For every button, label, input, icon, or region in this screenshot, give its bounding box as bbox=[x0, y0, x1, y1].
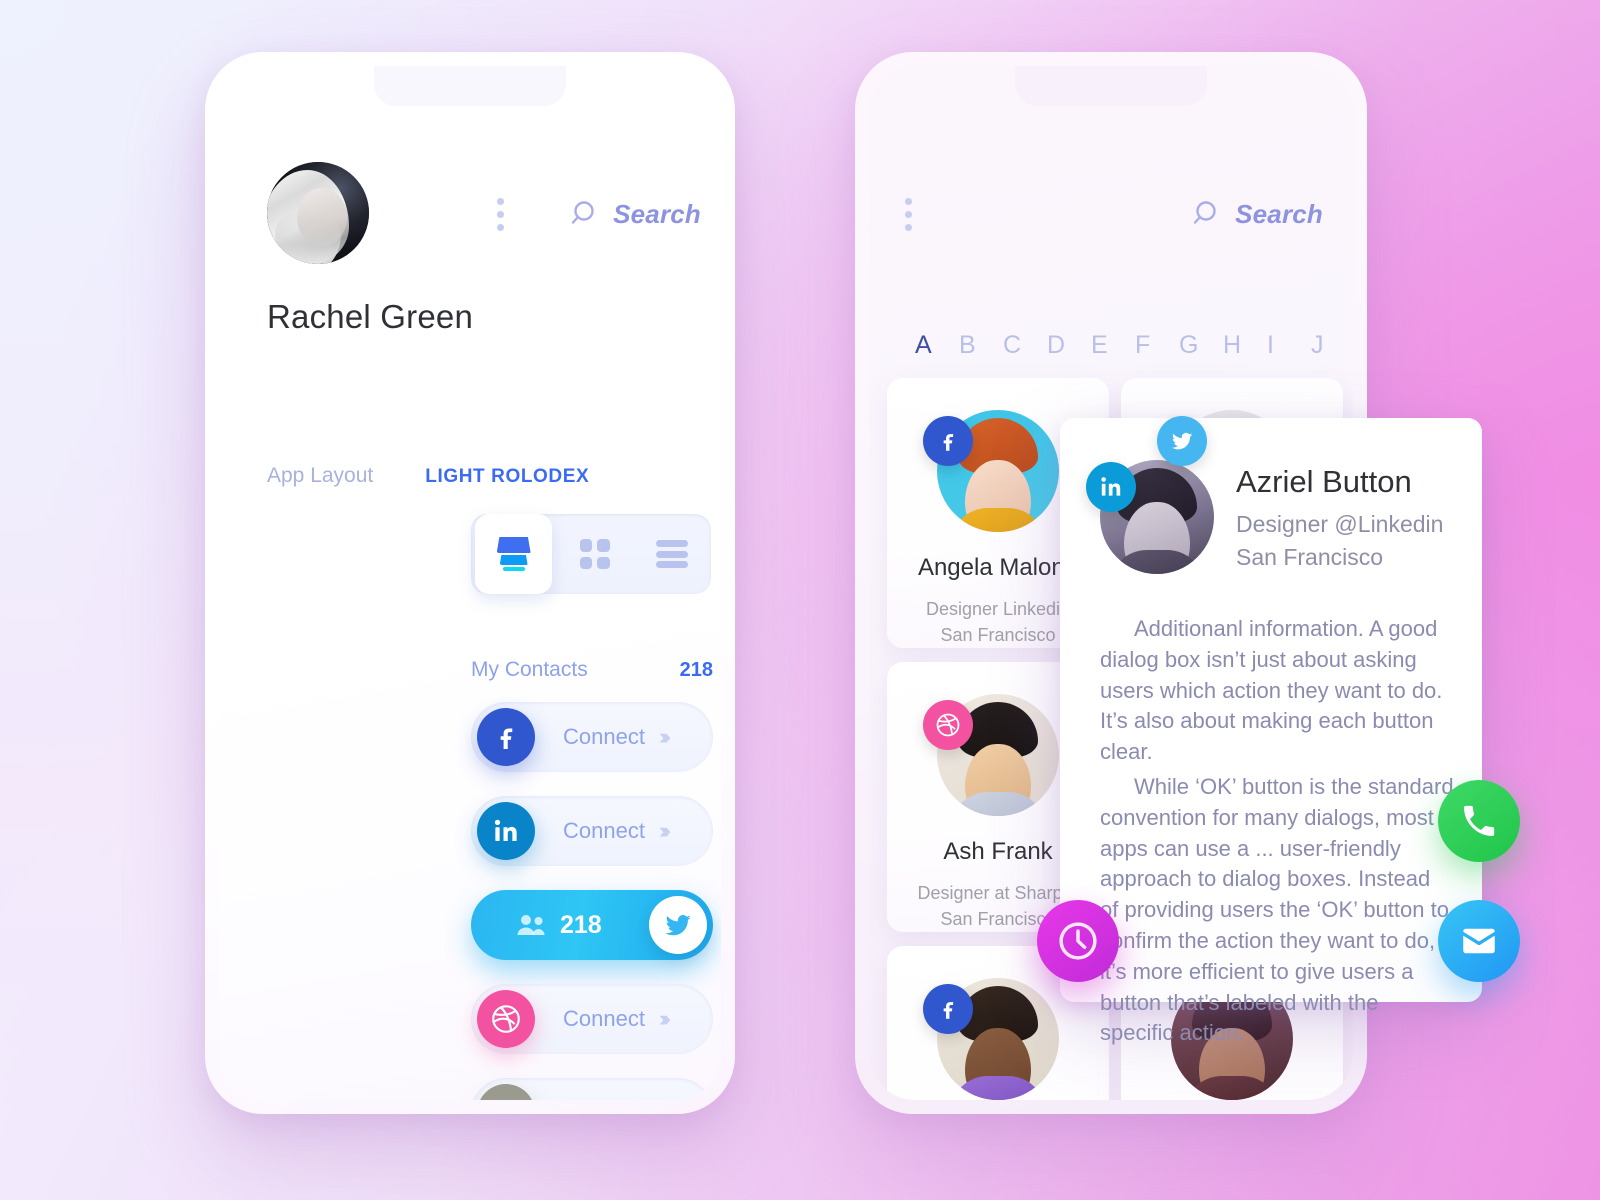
contact-name: Ash Frank bbox=[943, 838, 1053, 865]
search-icon bbox=[571, 201, 594, 224]
contact-name: Angela Malone bbox=[917, 554, 1079, 581]
app-layout-mode[interactable]: LIGHT ROLODEX bbox=[425, 466, 589, 488]
chevron-right-icon: ››› bbox=[658, 818, 671, 843]
app-layout-row: App Layout LIGHT ROLODEX bbox=[267, 464, 701, 488]
envelope-icon bbox=[1463, 928, 1495, 954]
facebook-icon bbox=[477, 708, 535, 766]
contacts-group-icon bbox=[477, 1084, 535, 1100]
my-contacts-header: My Contacts 218 bbox=[471, 658, 713, 682]
rolodex-view-button[interactable] bbox=[475, 514, 553, 594]
facebook-icon bbox=[923, 984, 973, 1034]
popup-location: San Francisco bbox=[1236, 543, 1384, 570]
search-button[interactable]: Search bbox=[1193, 199, 1323, 230]
avatar bbox=[923, 978, 1059, 1100]
connect-label: Connect bbox=[563, 1006, 645, 1031]
right-header: Search bbox=[905, 184, 1323, 244]
twitter-contact-count: 218 bbox=[560, 910, 602, 939]
my-contacts-label: My Contacts bbox=[471, 658, 588, 681]
twitter-icon bbox=[1157, 416, 1207, 466]
rolodex-view-icon bbox=[496, 537, 532, 571]
chevron-right-icon: ››› bbox=[658, 724, 671, 749]
dribbble-icon bbox=[923, 700, 973, 750]
alphabet-letter-h[interactable]: H bbox=[1223, 331, 1267, 360]
connect-row-contacts[interactable]: Connect ››› bbox=[471, 1078, 713, 1100]
contact-role: Designer Linkedin San Francisco bbox=[925, 599, 1071, 646]
my-contacts-count: 218 bbox=[679, 659, 713, 681]
alphabet-letter-j[interactable]: J bbox=[1311, 331, 1353, 360]
profile-name: Rachel Green bbox=[267, 298, 474, 335]
phone-notch bbox=[374, 66, 566, 106]
grid-view-icon bbox=[579, 539, 610, 569]
app-layout-label: App Layout bbox=[267, 464, 374, 487]
alphabet-letter-b[interactable]: B bbox=[959, 331, 1003, 360]
alphabet-letter-d[interactable]: D bbox=[1047, 331, 1091, 360]
search-button[interactable]: Search bbox=[571, 199, 701, 230]
avatar bbox=[923, 410, 1059, 532]
search-label: Search bbox=[613, 198, 701, 229]
twitter-icon bbox=[649, 896, 707, 954]
grid-view-button[interactable] bbox=[556, 514, 633, 594]
popup-body: Additionanl information. A good dialog b… bbox=[1100, 614, 1454, 1049]
search-icon bbox=[1193, 201, 1216, 224]
alphabet-letter-i[interactable]: I bbox=[1267, 331, 1311, 360]
connect-label: Connect bbox=[563, 818, 645, 843]
connect-row-dribbble[interactable]: Connect ››› bbox=[471, 984, 713, 1054]
popup-paragraph-2: While ‘OK’ button is the standard conven… bbox=[1100, 773, 1454, 1046]
connect-row-facebook[interactable]: Connect ››› bbox=[471, 702, 713, 772]
alphabet-letter-e[interactable]: E bbox=[1091, 331, 1135, 360]
alphabet-letter-c[interactable]: C bbox=[1003, 331, 1047, 360]
kebab-menu-icon[interactable] bbox=[497, 197, 504, 231]
alphabet-index: A B C D E F G H I J K bbox=[915, 331, 1353, 360]
avatar bbox=[1086, 460, 1214, 574]
connect-row-twitter[interactable]: 218 bbox=[471, 890, 713, 960]
alphabet-letter-f[interactable]: F bbox=[1135, 331, 1179, 360]
popup-role: Designer @Linkedin bbox=[1236, 511, 1444, 537]
list-view-button[interactable] bbox=[634, 514, 711, 594]
clock-icon bbox=[1059, 922, 1097, 960]
phone-left-screen: Search Rachel Green App Layout LIGHT ROL… bbox=[219, 66, 721, 1100]
search-label: Search bbox=[1235, 198, 1323, 229]
history-fab[interactable] bbox=[1037, 900, 1119, 982]
kebab-menu-icon[interactable] bbox=[905, 197, 912, 231]
facebook-icon bbox=[923, 416, 973, 466]
connect-list: Connect ››› Connect ››› 218 Connect ››› bbox=[471, 702, 713, 1100]
avatar bbox=[267, 162, 369, 264]
popup-paragraph-1: Additionanl information. A good dialog b… bbox=[1100, 616, 1443, 765]
call-fab[interactable] bbox=[1438, 780, 1520, 862]
profile-block: Rachel Green bbox=[267, 162, 473, 336]
phone-left: Search Rachel Green App Layout LIGHT ROL… bbox=[205, 52, 735, 1114]
alphabet-letter-g[interactable]: G bbox=[1179, 331, 1223, 360]
alphabet-letter-a[interactable]: A bbox=[915, 331, 959, 360]
contact-detail-popup: Azriel Button Designer @Linkedin San Fra… bbox=[1060, 418, 1482, 1045]
mail-fab[interactable] bbox=[1438, 900, 1520, 982]
popup-identity: Azriel Button Designer @Linkedin San Fra… bbox=[1236, 460, 1443, 573]
avatar bbox=[923, 694, 1059, 816]
connect-row-linkedin[interactable]: Connect ››› bbox=[471, 796, 713, 866]
linkedin-icon bbox=[1086, 462, 1136, 512]
chevron-right-icon: ››› bbox=[658, 1006, 671, 1031]
connect-label: Connect bbox=[563, 724, 645, 749]
list-view-icon bbox=[656, 540, 689, 568]
people-icon bbox=[517, 915, 545, 935]
linkedin-icon bbox=[477, 802, 535, 860]
popup-name: Azriel Button bbox=[1236, 464, 1412, 499]
layout-segmented-control bbox=[471, 514, 711, 594]
popup-header: Azriel Button Designer @Linkedin San Fra… bbox=[1086, 460, 1454, 574]
dribbble-icon bbox=[477, 990, 535, 1048]
phone-icon bbox=[1464, 805, 1495, 836]
phone-notch bbox=[1015, 66, 1207, 106]
